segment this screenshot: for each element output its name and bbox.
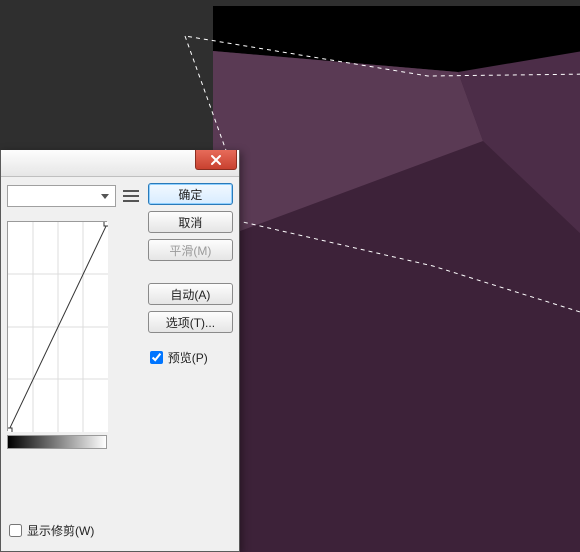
button-column: 确定 取消 平滑(M) 自动(A) 选项(T)... 预览(P) — [148, 183, 233, 545]
auto-button[interactable]: 自动(A) — [148, 283, 233, 305]
preset-dropdown[interactable] — [7, 185, 116, 207]
titlebar[interactable] — [1, 150, 239, 177]
options-button[interactable]: 选项(T)... — [148, 311, 233, 333]
preview-label: 预览(P) — [168, 349, 208, 366]
canvas-area[interactable] — [213, 6, 580, 552]
smooth-button: 平滑(M) — [148, 239, 233, 261]
preview-row[interactable]: 预览(P) — [148, 349, 233, 366]
left-pane: 显示修剪(W) — [1, 183, 140, 545]
curve-grid — [8, 222, 108, 432]
show-clipping-checkbox[interactable] — [9, 524, 22, 537]
close-icon — [210, 154, 222, 166]
show-clipping-label: 显示修剪(W) — [27, 522, 94, 539]
artwork — [213, 6, 580, 552]
cancel-button[interactable]: 取消 — [148, 211, 233, 233]
preview-checkbox[interactable] — [150, 351, 163, 364]
preset-menu-icon[interactable] — [122, 187, 140, 205]
ok-button[interactable]: 确定 — [148, 183, 233, 205]
preset-row — [7, 183, 140, 209]
gradient-bar[interactable] — [7, 435, 107, 449]
show-clipping-row[interactable]: 显示修剪(W) — [7, 516, 140, 545]
curve-graph[interactable] — [7, 221, 107, 431]
close-button[interactable] — [195, 150, 237, 170]
dialog-body: 显示修剪(W) 确定 取消 平滑(M) 自动(A) 选项(T)... 预览(P) — [1, 177, 239, 551]
curves-dialog: 显示修剪(W) 确定 取消 平滑(M) 自动(A) 选项(T)... 预览(P) — [0, 150, 240, 552]
